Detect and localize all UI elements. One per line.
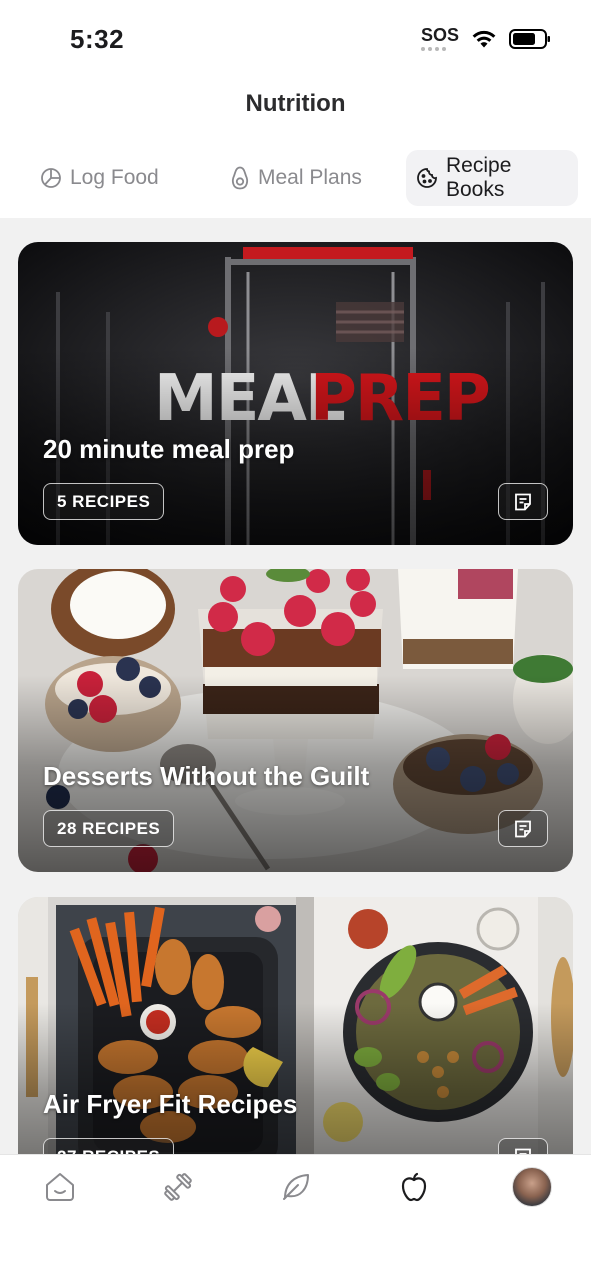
recipe-book-card[interactable]: MEAL PREP 20 minute meal prep 5 RECIPES xyxy=(18,242,573,545)
recipe-count-badge: 27 RECIPES xyxy=(43,1138,175,1154)
battery-icon xyxy=(509,28,550,49)
recipe-book-card[interactable]: Air Fryer Fit Recipes 27 RECIPES xyxy=(18,897,573,1154)
notes-button[interactable] xyxy=(498,1138,548,1154)
recipe-count-badge: 28 RECIPES xyxy=(43,810,175,847)
nav-nutrition[interactable] xyxy=(394,1167,434,1207)
notes-icon xyxy=(515,493,531,510)
notes-button[interactable] xyxy=(498,810,548,847)
nav-workouts[interactable] xyxy=(158,1167,198,1207)
status-icons: SOS xyxy=(420,25,551,51)
tab-log-food[interactable]: Log Food xyxy=(40,150,159,206)
avocado-icon xyxy=(232,166,248,190)
status-bar: 5:32 SOS xyxy=(0,0,591,80)
notes-button[interactable] xyxy=(498,483,548,520)
home-icon xyxy=(46,1173,74,1201)
cookie-icon xyxy=(417,168,437,188)
recipe-count-badge: 5 RECIPES xyxy=(43,483,165,520)
notes-icon xyxy=(515,1148,531,1154)
recipe-book-title: Desserts Without the Guilt xyxy=(43,761,370,791)
tab-recipe-books[interactable]: Recipe Books xyxy=(406,150,578,206)
tab-label: Log Food xyxy=(70,166,159,189)
tab-meal-plans[interactable]: Meal Plans xyxy=(230,150,362,206)
recipe-book-title: 20 minute meal prep xyxy=(43,434,295,464)
sos-indicator: SOS xyxy=(420,25,459,51)
dumbbell-icon xyxy=(164,1173,192,1201)
apple-icon xyxy=(401,1172,427,1202)
recipe-books-list[interactable]: MEAL PREP 20 minute meal prep 5 RECIPES xyxy=(0,218,591,1154)
nav-profile[interactable] xyxy=(512,1167,552,1207)
nav-home[interactable] xyxy=(40,1167,80,1207)
pie-chart-icon xyxy=(41,168,61,188)
recipe-book-title: Air Fryer Fit Recipes xyxy=(43,1089,298,1119)
status-time: 5:32 xyxy=(70,24,125,54)
page-title: Nutrition xyxy=(245,90,346,117)
avatar xyxy=(512,1167,552,1207)
notes-icon xyxy=(515,820,531,837)
tab-label: Recipe Books xyxy=(446,154,512,201)
nutrition-tabs: Log Food Meal Plans Recipe Books xyxy=(0,150,591,206)
leaf-icon xyxy=(283,1174,309,1200)
recipe-book-card[interactable]: Desserts Without the Guilt 28 RECIPES xyxy=(18,569,573,872)
sos-label: SOS xyxy=(420,25,459,45)
bottom-nav xyxy=(0,1154,591,1280)
tab-label: Meal Plans xyxy=(258,166,362,189)
nav-wellness[interactable] xyxy=(276,1167,316,1207)
wifi-icon xyxy=(472,30,496,47)
